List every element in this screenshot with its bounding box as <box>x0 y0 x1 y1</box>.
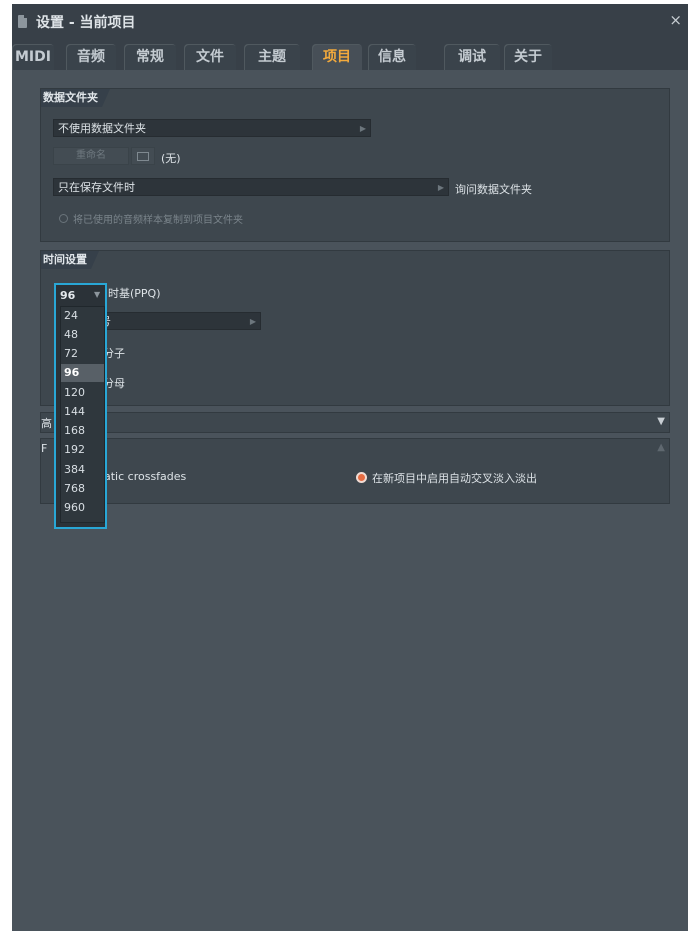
tab-file[interactable]: 文件 <box>184 44 236 70</box>
ppq-current-value: 96 <box>60 289 76 302</box>
time-settings-title: 时间设置 <box>41 251 99 269</box>
copy-samples-radio[interactable] <box>59 214 68 223</box>
time-signature-select[interactable]: 号 ▶ <box>95 312 261 330</box>
tab-info[interactable]: 信息 <box>368 44 416 70</box>
save-mode-select[interactable]: 只在保存文件时 ▶ <box>53 178 449 196</box>
ppq-option[interactable]: 384 <box>61 461 104 479</box>
tab-strip: MIDI 音频 常规 文件 主题 项目 信息 调试 关于 <box>12 38 688 70</box>
data-folder-title: 数据文件夹 <box>41 89 110 107</box>
caret-right-icon: ▶ <box>249 317 256 326</box>
collapsed-section-label: 高 <box>41 417 52 430</box>
title-bar: 设置 - 当前项目 × <box>12 4 688 38</box>
tab-theme[interactable]: 主题 <box>244 44 300 70</box>
ppq-option[interactable]: 24 <box>61 307 104 325</box>
folder-icon <box>137 152 149 161</box>
ppq-option[interactable]: 72 <box>61 345 104 363</box>
data-folder-panel: 数据文件夹 不使用数据文件夹 ▶ 重命名 (无) 只在保存文件时 ▶ 询问数据文… <box>40 88 670 242</box>
chevron-down-icon[interactable]: ▼ <box>657 416 665 427</box>
ask-folder-label: 询问数据文件夹 <box>455 183 532 196</box>
tab-audio[interactable]: 音频 <box>66 44 116 70</box>
rename-button[interactable]: 重命名 <box>53 147 129 165</box>
settings-window: 设置 - 当前项目 × MIDI 音频 常规 文件 主题 项目 信息 调试 关于… <box>12 4 688 931</box>
collapsed-section-bar[interactable]: 高 ▼ <box>40 412 670 433</box>
document-icon <box>18 15 27 28</box>
tab-midi[interactable]: MIDI <box>12 44 54 70</box>
tab-general[interactable]: 常规 <box>124 44 176 70</box>
crossfades-label: atic crossfades <box>104 470 187 483</box>
ppq-option[interactable]: 192 <box>61 441 104 459</box>
tab-about[interactable]: 关于 <box>504 44 552 70</box>
chevron-up-icon[interactable]: ▲ <box>657 442 665 453</box>
tab-debug[interactable]: 调试 <box>444 44 500 70</box>
copy-samples-label: 将已使用的音频样本复制到项目文件夹 <box>73 215 243 226</box>
data-folder-select[interactable]: 不使用数据文件夹 ▶ <box>53 119 371 137</box>
ppq-label: 时基(PPQ) <box>108 287 161 300</box>
ppq-dropdown[interactable]: 96 ▼ 24 48 72 96 120 144 168 192 384 768… <box>54 283 107 529</box>
ppq-options-list: 24 48 72 96 120 144 168 192 384 768 960 <box>60 306 105 523</box>
content-area: 数据文件夹 不使用数据文件夹 ▶ 重命名 (无) 只在保存文件时 ▶ 询问数据文… <box>12 70 688 931</box>
auto-crossfade-radio[interactable] <box>356 472 367 483</box>
ppq-option[interactable]: 120 <box>61 384 104 402</box>
data-folder-select-value: 不使用数据文件夹 <box>58 122 146 135</box>
ppq-option-selected[interactable]: 96 <box>61 364 104 382</box>
tab-project[interactable]: 项目 <box>312 44 362 70</box>
ppq-option[interactable]: 168 <box>61 422 104 440</box>
ppq-option[interactable]: 48 <box>61 326 104 344</box>
folder-value: (无) <box>161 152 181 165</box>
caret-right-icon: ▶ <box>437 183 444 192</box>
window-title: 设置 - 当前项目 <box>36 15 136 31</box>
ppq-option[interactable]: 144 <box>61 403 104 421</box>
save-mode-select-value: 只在保存文件时 <box>58 181 135 194</box>
auto-crossfade-label: 在新项目中启用自动交叉淡入淡出 <box>372 472 537 485</box>
close-button[interactable]: × <box>669 11 682 29</box>
caret-down-icon: ▼ <box>94 290 101 299</box>
ppq-option[interactable]: 768 <box>61 480 104 498</box>
time-settings-panel: 时间设置 时基(PPQ) 号 ▶ 分子 分母 <box>40 250 670 406</box>
ppq-option[interactable]: 960 <box>61 499 104 517</box>
crossfade-panel: F ▲ atic crossfades 在新项目中启用自动交叉淡入淡出 <box>40 438 670 504</box>
caret-right-icon: ▶ <box>359 124 366 133</box>
browse-folder-button[interactable] <box>131 147 155 165</box>
crossfade-title: F <box>41 442 48 455</box>
